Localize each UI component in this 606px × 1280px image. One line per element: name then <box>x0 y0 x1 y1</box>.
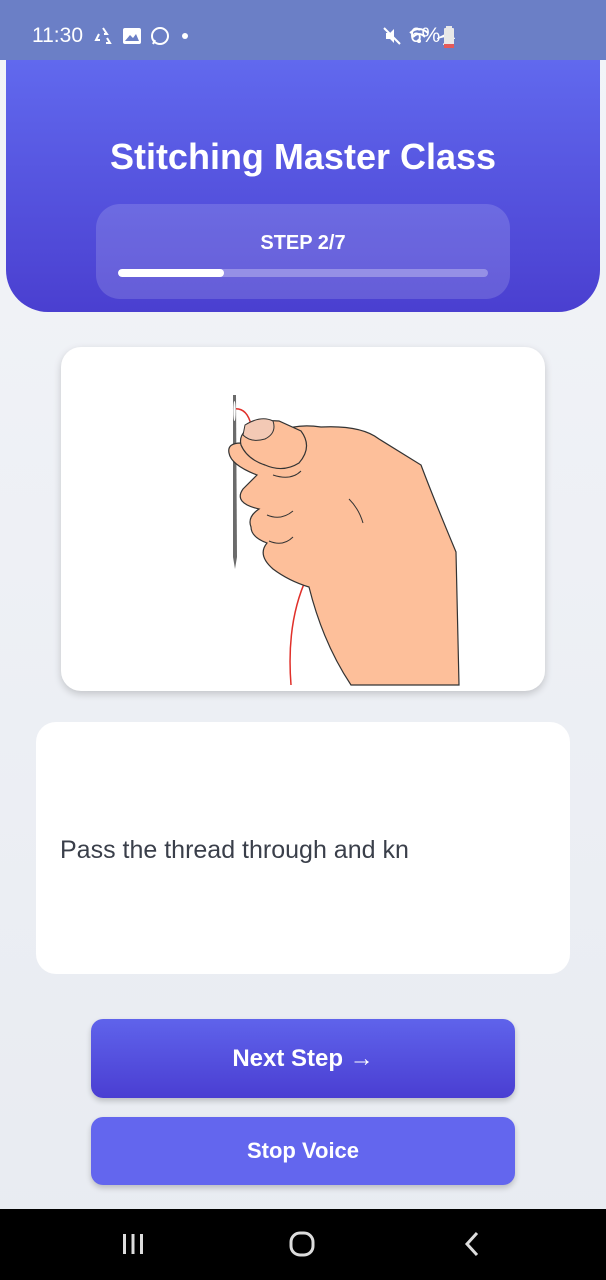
recycle-icon <box>92 26 114 46</box>
step-label: STEP 2/7 <box>260 232 346 254</box>
instruction-text: Pass the thread through and kn <box>60 836 409 864</box>
gallery-icon <box>122 27 142 45</box>
home-icon[interactable] <box>284 1229 320 1259</box>
hand-threading-needle-illustration <box>228 395 460 686</box>
status-bar: 11:30 6% <box>0 0 606 60</box>
next-step-button[interactable]: Next Step → <box>91 1019 515 1098</box>
step-progress-card: STEP 2/7 <box>96 204 510 299</box>
status-time: 11:30 <box>32 24 83 47</box>
instruction-card: Pass the thread through and kn <box>36 722 570 974</box>
status-icons-left <box>92 26 192 46</box>
recent-apps-icon[interactable] <box>116 1229 150 1259</box>
navigation-bar <box>0 1209 606 1280</box>
dot-icon <box>178 29 192 43</box>
progress-bar <box>118 269 488 277</box>
mute-icon <box>382 26 402 46</box>
stop-voice-button[interactable]: Stop Voice <box>91 1117 515 1185</box>
battery-icon <box>443 26 455 48</box>
illustration-card <box>61 347 545 691</box>
header: Stitching Master Class STEP 2/7 <box>6 60 600 312</box>
page-title: Stitching Master Class <box>109 136 497 177</box>
back-icon[interactable] <box>456 1229 488 1259</box>
battery-percent: 6% <box>410 24 441 47</box>
progress-fill <box>118 269 224 277</box>
whatsapp-icon <box>150 26 170 46</box>
